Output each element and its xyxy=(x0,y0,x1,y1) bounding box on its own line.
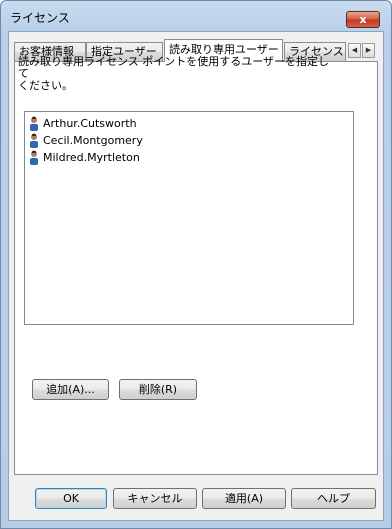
close-icon: x xyxy=(359,13,367,26)
close-button[interactable]: x xyxy=(346,11,380,28)
user-icon xyxy=(30,133,38,148)
read-only-user-list[interactable]: Arthur.Cutsworth Cecil.Montgomery Mildre… xyxy=(24,111,354,325)
description-line-1: 読み取り専用ライセンス ポイントを使用するユーザーを指定して xyxy=(18,55,330,80)
ok-button[interactable]: OK xyxy=(35,488,107,509)
user-name: Cecil.Montgomery xyxy=(43,134,143,147)
arrow-right-icon: ▶ xyxy=(365,46,372,54)
add-user-button[interactable]: 追加(A)... xyxy=(32,379,109,400)
help-button[interactable]: ヘルプ xyxy=(291,488,376,509)
user-name: Mildred.Myrtleton xyxy=(43,151,140,164)
arrow-left-icon: ◀ xyxy=(351,46,358,54)
description-line-2: ください。 xyxy=(18,79,73,92)
delete-user-button[interactable]: 削除(R) xyxy=(119,379,197,400)
user-icon xyxy=(30,116,38,131)
window-title: ライセンス xyxy=(10,11,70,25)
apply-button[interactable]: 適用(A) xyxy=(202,488,286,509)
user-name: Arthur.Cutsworth xyxy=(43,117,137,130)
title-bar[interactable]: ライセンス x xyxy=(1,1,391,31)
tab-scroll-right-button[interactable]: ▶ xyxy=(362,43,375,58)
user-icon xyxy=(30,150,38,165)
cancel-button[interactable]: キャンセル xyxy=(113,488,197,509)
license-dialog: ライセンス x お客様情報 指定ユーザー 読み取り専用ユーザー ライセンス ポ … xyxy=(0,0,392,529)
panel-description: 読み取り専用ライセンス ポイントを使用するユーザーを指定して ください。 xyxy=(18,56,338,92)
tab-scroll-left-button[interactable]: ◀ xyxy=(348,43,361,58)
